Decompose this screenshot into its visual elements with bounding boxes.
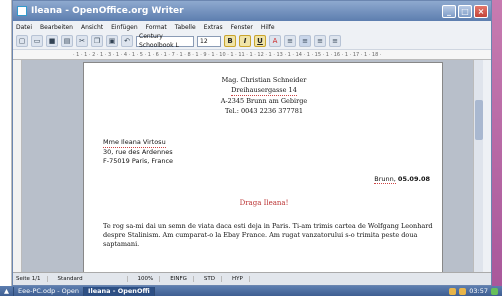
new-document-icon[interactable]: ▢ — [16, 35, 28, 47]
status-page: Seite 1/1 — [16, 276, 48, 282]
align-left-icon[interactable]: ≡ — [284, 35, 296, 47]
close-button[interactable]: × — [474, 4, 488, 18]
menu-ansicht[interactable]: Ansicht — [81, 24, 103, 31]
status-hyp[interactable]: HYP — [232, 276, 250, 282]
underline-icon[interactable]: U — [254, 35, 266, 47]
writer-app-icon — [17, 6, 27, 16]
title-bar[interactable]: Ileana - OpenOffice.org Writer _ □ × — [13, 1, 491, 21]
menu-extras[interactable]: Extras — [204, 24, 223, 31]
volume-icon[interactable] — [459, 287, 467, 295]
align-center-icon[interactable]: ≡ — [299, 35, 311, 47]
formatting-toolbar: ▢ ▭ ■ ▤ ✂ ❐ ▣ ↶ Century Schoolbook L 12 … — [13, 33, 491, 50]
justify-icon[interactable]: ≡ — [329, 35, 341, 47]
writer-window: Ileana - OpenOffice.org Writer _ □ × Dat… — [12, 0, 492, 286]
recipient-address: Mme Ileana Virtosu 30, rue des Ardennes … — [103, 138, 173, 166]
menu-datei[interactable]: Datei — [16, 24, 32, 31]
menu-format[interactable]: Format — [146, 24, 167, 31]
network-icon[interactable] — [449, 287, 457, 295]
system-tray: 03:57 — [449, 287, 502, 295]
italic-icon[interactable]: I — [239, 35, 251, 47]
status-style: Standard — [58, 276, 128, 282]
date-value: 05.09.08 — [397, 175, 430, 183]
window-title: Ileana - OpenOffice.org Writer — [31, 6, 184, 16]
clock: 03:57 — [469, 287, 488, 295]
save-icon[interactable]: ■ — [46, 35, 58, 47]
sender-city: A-2345 Brunn am Gebirge — [220, 97, 308, 105]
status-bar: Seite 1/1 Standard 100% EINFG STD HYP — [13, 272, 491, 285]
document-area[interactable]: Mag. Christian Schneider Dreihausergasse… — [13, 60, 483, 272]
font-name-select[interactable]: Century Schoolbook L — [136, 33, 194, 49]
left-panel — [0, 0, 12, 296]
desktop-edge — [492, 0, 502, 296]
minimize-button[interactable]: _ — [442, 4, 456, 18]
undo-icon[interactable]: ↶ — [121, 35, 133, 47]
recipient-city: F-75019 Paris, France — [103, 157, 174, 165]
bold-icon[interactable]: B — [224, 35, 236, 47]
recipient-street: 30, rue des Ardennes — [103, 148, 173, 156]
sender-street: Dreihausergasse 14 — [231, 86, 297, 96]
menu-hilfe[interactable]: Hilfe — [261, 24, 275, 31]
sender-phone: Tel.: 0043 2236 377781 — [224, 107, 304, 115]
power-icon[interactable] — [491, 287, 498, 295]
date-place: Brunn, — [374, 175, 396, 184]
document-page[interactable]: Mag. Christian Schneider Dreihausergasse… — [83, 62, 443, 272]
menu-bar: Datei Bearbeiten Ansicht Einfügen Format… — [13, 21, 491, 33]
letter-body: Te rog sa-mi dai un semn de viata daca e… — [103, 222, 433, 248]
vertical-scrollbar[interactable] — [473, 60, 483, 272]
maximize-button[interactable]: □ — [458, 4, 472, 18]
menu-einfuegen[interactable]: Einfügen — [111, 24, 137, 31]
taskbar-item-presentation[interactable]: Eee-PC.odp - Open — [14, 286, 85, 296]
menu-tabelle[interactable]: Tabelle — [175, 24, 196, 31]
font-color-icon[interactable]: A — [269, 35, 281, 47]
start-icon[interactable]: ▲ — [0, 286, 14, 296]
copy-icon[interactable]: ❐ — [91, 35, 103, 47]
align-right-icon[interactable]: ≡ — [314, 35, 326, 47]
status-std[interactable]: STD — [204, 276, 223, 282]
scrollbar-thumb[interactable] — [475, 100, 483, 140]
menu-bearbeiten[interactable]: Bearbeiten — [40, 24, 73, 31]
font-size-select[interactable]: 12 — [197, 35, 221, 47]
paste-icon[interactable]: ▣ — [106, 35, 118, 47]
sender-header: Mag. Christian Schneider Dreihausergasse… — [84, 75, 444, 116]
sender-name: Mag. Christian Schneider — [221, 76, 307, 84]
vertical-ruler — [13, 60, 22, 272]
cut-icon[interactable]: ✂ — [76, 35, 88, 47]
horizontal-ruler[interactable]: · 1 · 1 · 2 · 1 · 3 · 1 · 4 · 1 · 5 · 1 … — [13, 50, 491, 60]
status-zoom[interactable]: 100% — [138, 276, 161, 282]
status-mode[interactable]: EINFG — [170, 276, 194, 282]
taskbar: ▲ Eee-PC.odp - Open Ileana - OpenOffi 03… — [0, 286, 502, 296]
recipient-name: Mme Ileana Virtosu — [103, 138, 166, 148]
open-folder-icon[interactable]: ▭ — [31, 35, 43, 47]
print-icon[interactable]: ▤ — [61, 35, 73, 47]
taskbar-item-writer[interactable]: Ileana - OpenOffi — [84, 286, 155, 296]
greeting: Draga Ileana! — [239, 199, 289, 207]
menu-fenster[interactable]: Fenster — [231, 24, 253, 31]
date-line: Brunn, 05.09.08 — [374, 175, 430, 184]
